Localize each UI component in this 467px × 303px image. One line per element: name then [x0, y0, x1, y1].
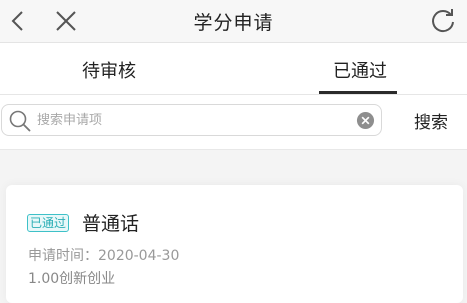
app-page: 学分申请 待审核 已通过 搜索 已通过 普通 [0, 0, 467, 303]
record-title: 普通话 [82, 213, 140, 235]
search-icon [9, 110, 31, 132]
application-card[interactable]: 已通过 普通话 申请时间：2020-04-30 1.00创新创业 [6, 185, 463, 303]
clear-icon[interactable] [356, 111, 375, 130]
tab-pending[interactable]: 待审核 [82, 57, 136, 83]
page-title: 学分申请 [193, 12, 274, 34]
status-badge: 已通过 [27, 214, 70, 232]
search-input[interactable] [37, 109, 347, 131]
time-value: 2020-04-30 [98, 248, 180, 264]
nav-bar: 学分申请 [0, 0, 467, 42]
search-bar: 搜索 [0, 95, 467, 150]
record-credit: 1.00创新创业 [28, 271, 116, 287]
record-time: 申请时间：2020-04-30 [28, 245, 179, 265]
search-box [1, 104, 382, 136]
tab-bar: 待审核 已通过 [0, 42, 467, 95]
search-button[interactable]: 搜索 [414, 108, 448, 133]
active-tab-indicator [319, 91, 397, 94]
tab-approved[interactable]: 已通过 [333, 57, 387, 83]
refresh-icon[interactable] [427, 5, 459, 37]
time-label: 申请时间： [28, 248, 98, 264]
